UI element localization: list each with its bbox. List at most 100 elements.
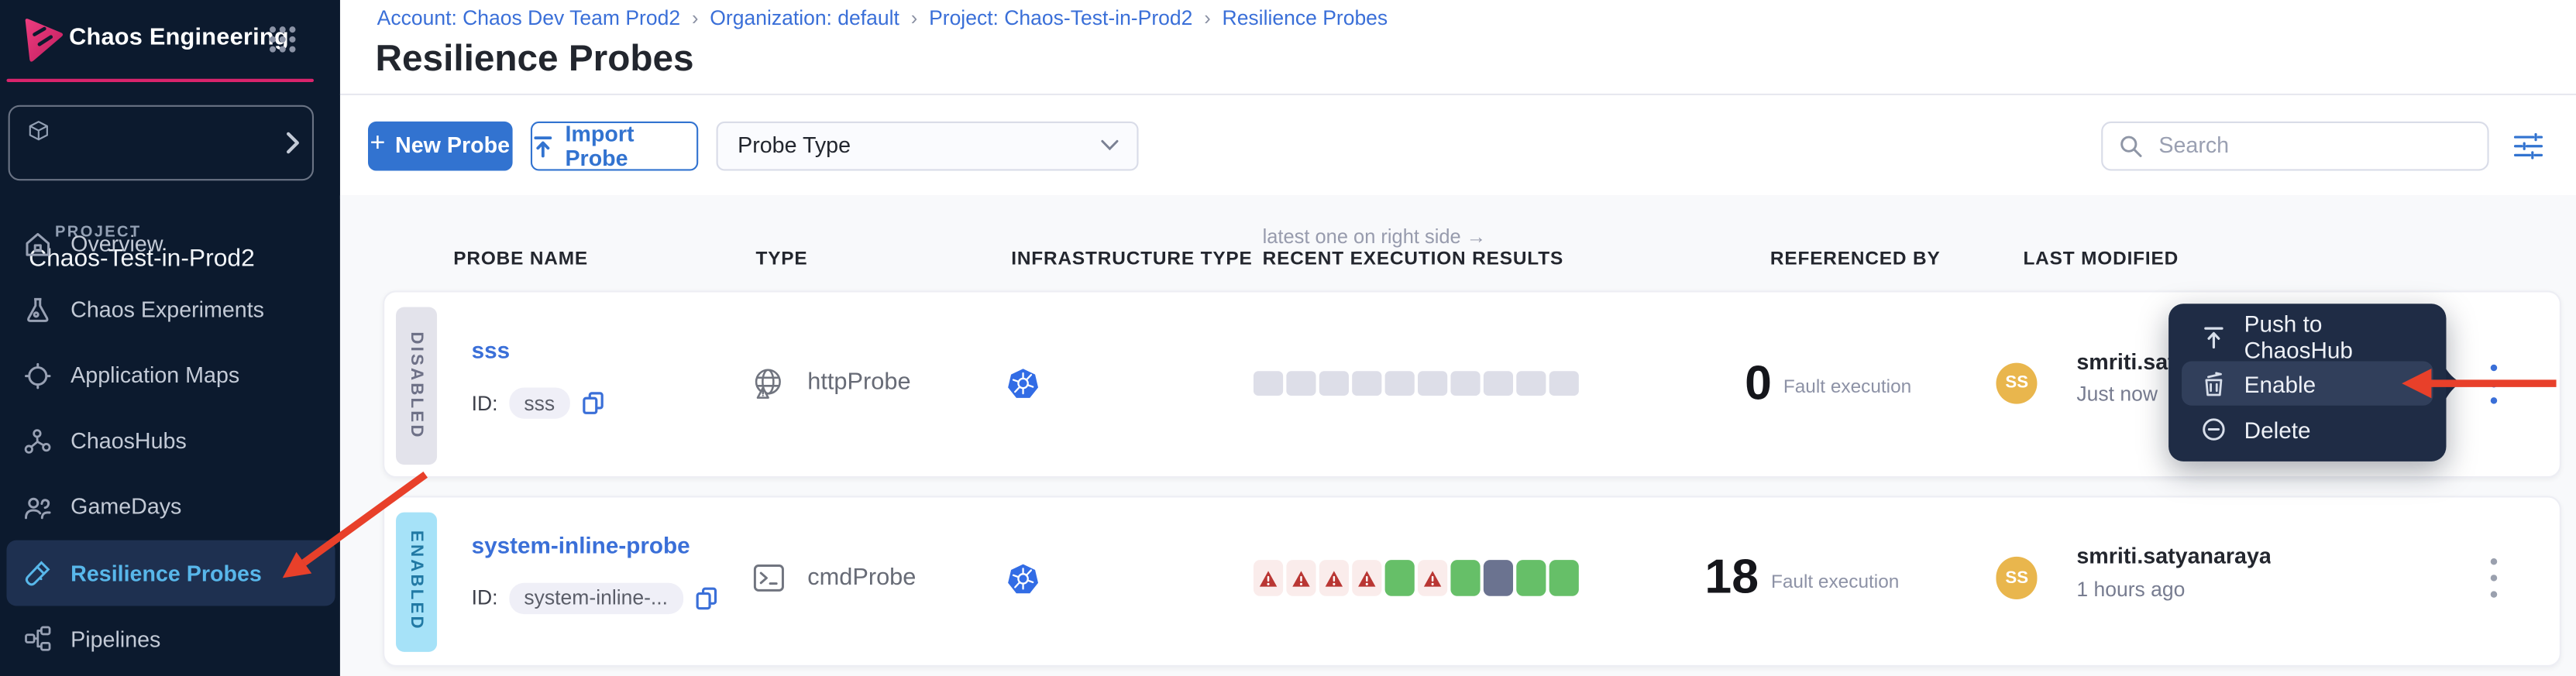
sidebar-item-gamedays[interactable]: GameDays	[0, 475, 339, 540]
execution-result-empty	[1287, 371, 1316, 396]
avatar: SS	[1996, 557, 2038, 599]
minus-circle-icon	[2202, 417, 2227, 442]
execution-result-empty	[1451, 371, 1480, 396]
execution-result-pass	[1549, 560, 1578, 596]
sidebar-item-label: Chaos Experiments	[71, 297, 264, 322]
trash-icon	[2202, 370, 2227, 396]
chaos-engineering-logo-icon	[19, 15, 65, 64]
search-box	[2101, 122, 2488, 170]
column-header-referenced-by: REFERENCED BY	[1770, 249, 1941, 268]
new-probe-button[interactable]: + New Probe	[367, 122, 513, 170]
import-icon	[532, 134, 554, 157]
people-icon	[23, 492, 53, 522]
probe-id-value: system-inline-...	[509, 582, 683, 613]
probe-name-link[interactable]: sss	[472, 336, 511, 362]
app-grid-icon[interactable]	[268, 25, 297, 54]
status-badge: DISABLED	[395, 306, 437, 464]
menu-item-enable[interactable]: Enable	[2181, 361, 2433, 406]
sidebar: Chaos Engineering PROJECT Chaos-Test-in-…	[0, 0, 339, 676]
search-icon	[2119, 134, 2142, 157]
modified-at: Just now	[2076, 383, 2158, 406]
id-label: ID:	[472, 392, 498, 415]
sidebar-item-label: Application Maps	[71, 363, 239, 388]
execution-result-empty	[1549, 371, 1578, 396]
row-actions-menu-button[interactable]	[2485, 558, 2502, 598]
chevron-right-icon	[284, 132, 300, 155]
execution-result-empty	[1254, 371, 1283, 396]
home-icon	[23, 229, 53, 259]
sidebar-item-application-maps[interactable]: Application Maps	[0, 343, 339, 409]
header-divider	[339, 94, 2576, 97]
execution-result-skip	[1484, 560, 1512, 596]
breadcrumb-org-link[interactable]: Organization: default	[710, 5, 899, 29]
kubernetes-icon	[1006, 367, 1038, 399]
breadcrumb-project-link[interactable]: Project: Chaos-Test-in-Prod2	[929, 5, 1192, 29]
plus-icon: +	[370, 130, 386, 160]
probe-id-row: ID: system-inline-...	[472, 582, 717, 613]
copy-icon[interactable]	[694, 585, 717, 610]
terminal-icon	[751, 561, 784, 594]
sidebar-item-label: GameDays	[71, 495, 181, 520]
referenced-label: Fault execution	[1783, 378, 1911, 397]
column-header-last-modified: LAST MODIFIED	[2023, 249, 2179, 268]
probe-type-value: Probe Type	[738, 133, 851, 158]
context-menu: Push to ChaosHub Enable Delete	[2168, 304, 2445, 462]
execution-result-fail	[1254, 560, 1283, 596]
new-probe-label: New Probe	[395, 133, 510, 158]
brand-divider	[6, 78, 314, 83]
execution-result-fail	[1320, 560, 1349, 596]
execution-result-empty	[1517, 371, 1546, 396]
status-badge: ENABLED	[395, 512, 437, 651]
execution-result-pass	[1517, 560, 1546, 596]
sidebar-item-chaoshubs[interactable]: ChaosHubs	[0, 409, 339, 475]
execution-result-empty	[1419, 371, 1447, 396]
execution-result-empty	[1353, 371, 1381, 396]
modified-by: smriti.satyanaraya...	[2076, 544, 2270, 569]
menu-item-push-to-chaoshub[interactable]: Push to ChaosHub	[2168, 315, 2445, 359]
copy-icon[interactable]	[581, 391, 604, 416]
sidebar-item-chaos-experiments[interactable]: Chaos Experiments	[0, 277, 339, 343]
execution-result-fail	[1419, 560, 1447, 596]
sidebar-item-label: Resilience Probes	[71, 561, 262, 585]
probe-type-value: cmdProbe	[807, 564, 916, 591]
probe-icon	[23, 558, 53, 588]
execution-result-fail	[1353, 560, 1381, 596]
sidebar-item-resilience-probes[interactable]: Resilience Probes	[6, 540, 334, 606]
probe-name-link[interactable]: system-inline-probe	[472, 531, 690, 558]
column-header-type: TYPE	[755, 249, 807, 268]
row-actions-menu-button[interactable]	[2485, 364, 2502, 403]
filter-icon[interactable]	[2512, 130, 2544, 163]
execution-result-empty	[1385, 371, 1414, 396]
page-title: Resilience Probes	[376, 37, 694, 80]
chevron-down-icon	[1101, 140, 1119, 152]
cube-icon	[27, 120, 49, 142]
referenced-count: 0	[1675, 355, 1772, 411]
menu-item-delete[interactable]: Delete	[2168, 408, 2445, 452]
search-input[interactable]	[2155, 132, 2470, 160]
breadcrumb-account-link[interactable]: Account: Chaos Dev Team Prod2	[377, 5, 680, 29]
column-header-recent-execution-results: RECENT EXECUTION RESULTS	[1263, 249, 1563, 268]
probe-type-select[interactable]: Probe Type	[717, 122, 1139, 170]
flask-icon	[23, 295, 53, 324]
sidebar-item-label: Overview	[71, 232, 163, 256]
modified-at: 1 hours ago	[2076, 577, 2185, 600]
menu-item-label: Push to ChaosHub	[2244, 311, 2430, 364]
breadcrumb-current-link[interactable]: Resilience Probes	[1223, 5, 1388, 29]
sidebar-item-pipelines[interactable]: Pipelines	[0, 606, 339, 672]
import-probe-button[interactable]: Import Probe	[531, 122, 697, 170]
referenced-label: Fault execution	[1771, 572, 1899, 592]
execution-result-empty	[1320, 371, 1349, 396]
project-selector[interactable]: PROJECT Chaos-Test-in-Prod2	[8, 105, 313, 180]
execution-results	[1254, 371, 1578, 396]
sidebar-item-overview[interactable]: Overview	[0, 211, 339, 276]
execution-result-fail	[1287, 560, 1316, 596]
execution-result-pass	[1451, 560, 1480, 596]
breadcrumb-separator: ›	[1204, 5, 1210, 29]
execution-results	[1254, 560, 1578, 596]
kubernetes-icon	[1006, 562, 1038, 594]
sidebar-item-label: ChaosHubs	[71, 429, 187, 454]
menu-item-label: Enable	[2244, 370, 2316, 396]
probe-id-row: ID: sss	[472, 387, 604, 418]
execution-result-empty	[1484, 371, 1512, 396]
breadcrumb-separator: ›	[911, 5, 917, 29]
